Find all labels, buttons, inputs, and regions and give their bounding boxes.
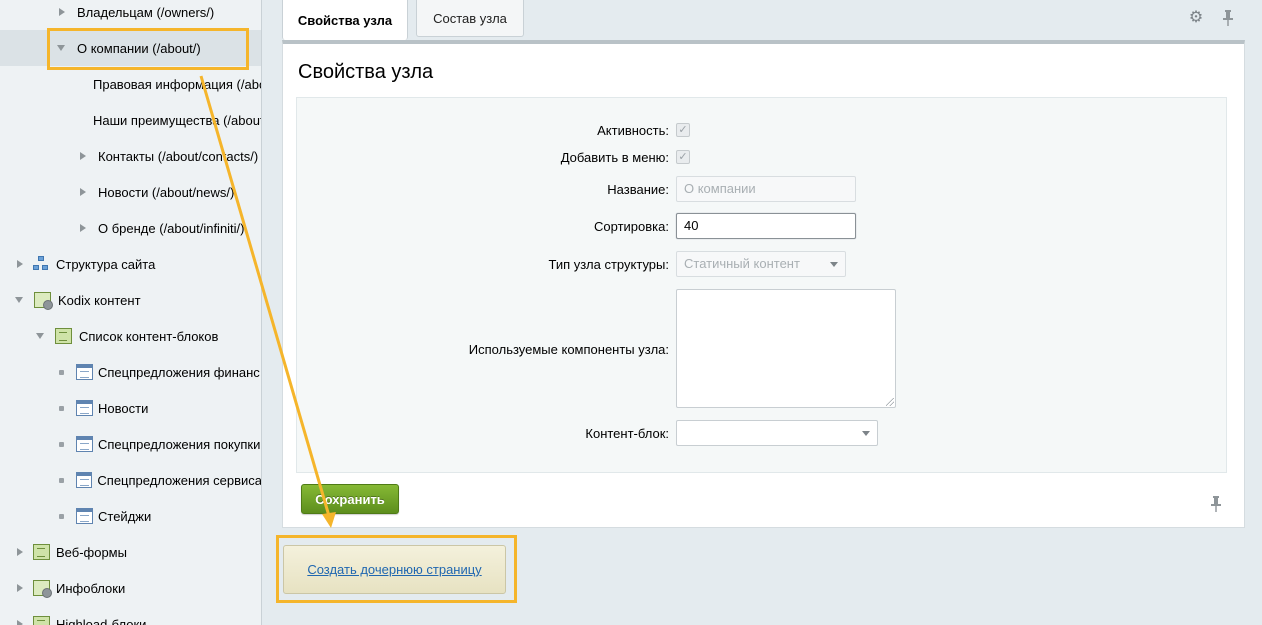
expand-arrow-icon[interactable] <box>17 584 23 592</box>
site-structure-icon <box>33 256 50 272</box>
tree-item-label: Highload-блоки <box>56 616 147 625</box>
bullet-icon <box>59 441 64 447</box>
tree-item-label: Стейджи <box>98 508 152 524</box>
tab-bar: Свойства узла Состав узла ⚙ <box>282 0 1262 40</box>
create-child-page-button[interactable]: Создать дочернюю страницу <box>283 545 506 594</box>
page-icon <box>76 364 93 380</box>
node-type-select[interactable]: Статичный контент <box>676 251 846 277</box>
tree-item-label: Инфоблоки <box>56 580 126 596</box>
tree-item-label: Новости <box>98 400 149 416</box>
content-block-label: Контент-блок: <box>585 426 669 441</box>
tree-item-content-list[interactable]: Список контент-блоков <box>0 318 261 354</box>
pin-icon[interactable] <box>1209 496 1223 512</box>
bullet-icon <box>59 369 64 375</box>
bullet-icon <box>59 513 64 519</box>
tree-item-web-forms[interactable]: Веб-формы <box>0 534 261 570</box>
tree-item-label: Спецпредложения покупки <box>98 436 261 452</box>
tree-item-label: Веб-формы <box>56 544 127 560</box>
resize-grip-icon[interactable] <box>886 398 894 406</box>
tree-item-offers-purchase[interactable]: Спецпредложения покупки <box>0 426 261 462</box>
components-textarea[interactable] <box>676 289 896 408</box>
tree-item-highload[interactable]: Highload-блоки <box>0 606 261 625</box>
tree-item-news-block[interactable]: Новости <box>0 390 261 426</box>
web-forms-icon <box>33 544 50 560</box>
chevron-down-icon <box>862 431 870 436</box>
infoblocks-icon <box>33 580 52 598</box>
add-to-menu-label: Добавить в меню: <box>560 150 669 165</box>
active-label: Активность: <box>597 123 669 138</box>
bullet-icon <box>59 477 64 483</box>
node-type-label: Тип узла структуры: <box>548 257 669 272</box>
tree-item-stages[interactable]: Стейджи <box>0 498 261 534</box>
components-label: Используемые компоненты узла: <box>468 342 669 357</box>
properties-form: Активность: ✓ Добавить в меню: ✓ Названи… <box>296 97 1227 473</box>
tab-node-properties[interactable]: Свойства узла <box>282 0 408 40</box>
expand-arrow-icon[interactable] <box>80 152 86 160</box>
expand-arrow-icon[interactable] <box>59 8 65 16</box>
tree-item-advantages[interactable]: Наши преимущества (/about/ <box>0 102 262 138</box>
highload-icon <box>33 616 50 625</box>
tree-item-owners[interactable]: Владельцам (/owners/) <box>0 0 261 30</box>
node-properties-panel: Свойства узла Активность: ✓ Добавить в м… <box>282 40 1245 528</box>
tree-item-offers-service[interactable]: Спецпредложения сервиса <box>0 462 262 498</box>
expand-arrow-icon[interactable] <box>17 260 23 268</box>
content-list-icon <box>55 328 72 344</box>
expand-arrow-icon[interactable] <box>80 224 86 232</box>
name-input[interactable]: О компании <box>676 176 856 202</box>
add-to-menu-checkbox[interactable]: ✓ <box>676 150 690 164</box>
save-button[interactable]: Сохранить <box>301 484 399 514</box>
tree-item-label: Новости (/about/news/) <box>98 184 235 200</box>
pin-icon[interactable] <box>1220 10 1236 26</box>
tree-item-label: Список контент-блоков <box>79 328 219 344</box>
tree-item-kodix-content[interactable]: Kodix контент <box>0 282 261 318</box>
tree-item-site-structure[interactable]: Структура сайта <box>0 246 261 282</box>
create-child-page-link[interactable]: Создать дочернюю страницу <box>307 562 481 577</box>
page-icon <box>76 436 93 452</box>
page-icon <box>76 400 93 416</box>
page-title: Свойства узла <box>298 61 434 83</box>
chevron-down-icon <box>830 262 838 267</box>
tree-item-news[interactable]: Новости (/about/news/) <box>0 174 261 210</box>
expand-arrow-icon[interactable] <box>80 188 86 196</box>
tree-item-label: О бренде (/about/infiniti/) <box>98 220 245 236</box>
active-checkbox[interactable]: ✓ <box>676 123 690 137</box>
tree-item-label: Контакты (/about/contacts/) <box>98 148 259 164</box>
tree-item-label: Владельцам (/owners/) <box>77 4 215 20</box>
tree-item-label: Спецпредложения финанс <box>98 364 260 380</box>
tree-item-label: О компании (/about/) <box>77 40 201 56</box>
collapse-arrow-icon[interactable] <box>57 45 65 51</box>
tree-item-label: Наши преимущества (/about/ <box>93 112 262 128</box>
tree-item-label: Правовая информация (/about/ <box>93 76 262 92</box>
sidebar-tree: Владельцам (/owners/) О компании (/about… <box>0 0 262 625</box>
expand-arrow-icon[interactable] <box>17 548 23 556</box>
name-label: Название: <box>607 182 669 197</box>
kodix-content-icon <box>34 292 53 310</box>
tree-item-label: Kodix контент <box>58 292 141 308</box>
tree-item-infoblocks[interactable]: Инфоблоки <box>0 570 261 606</box>
collapse-arrow-icon[interactable] <box>36 333 44 339</box>
content-block-select[interactable] <box>676 420 878 446</box>
page-icon <box>75 472 93 488</box>
bullet-icon <box>59 405 64 411</box>
tree-item-offers-finance[interactable]: Спецпредложения финанс <box>0 354 261 390</box>
sort-label: Сортировка: <box>594 219 669 234</box>
page-icon <box>76 508 93 524</box>
tree-item-brand[interactable]: О бренде (/about/infiniti/) <box>0 210 261 246</box>
tree-item-legal[interactable]: Правовая информация (/about/ <box>0 66 262 102</box>
gear-icon[interactable]: ⚙ <box>1188 10 1204 26</box>
collapse-arrow-icon[interactable] <box>15 297 23 303</box>
node-type-value: Статичный контент <box>684 256 800 271</box>
sort-input[interactable]: 40 <box>676 213 856 239</box>
expand-arrow-icon[interactable] <box>17 620 23 625</box>
tree-item-label: Структура сайта <box>56 256 156 272</box>
tree-item-contacts[interactable]: Контакты (/about/contacts/) <box>0 138 261 174</box>
tab-node-contents[interactable]: Состав узла <box>416 0 524 37</box>
tree-item-label: Спецпредложения сервиса <box>97 472 262 488</box>
tree-item-about[interactable]: О компании (/about/) <box>0 30 261 66</box>
